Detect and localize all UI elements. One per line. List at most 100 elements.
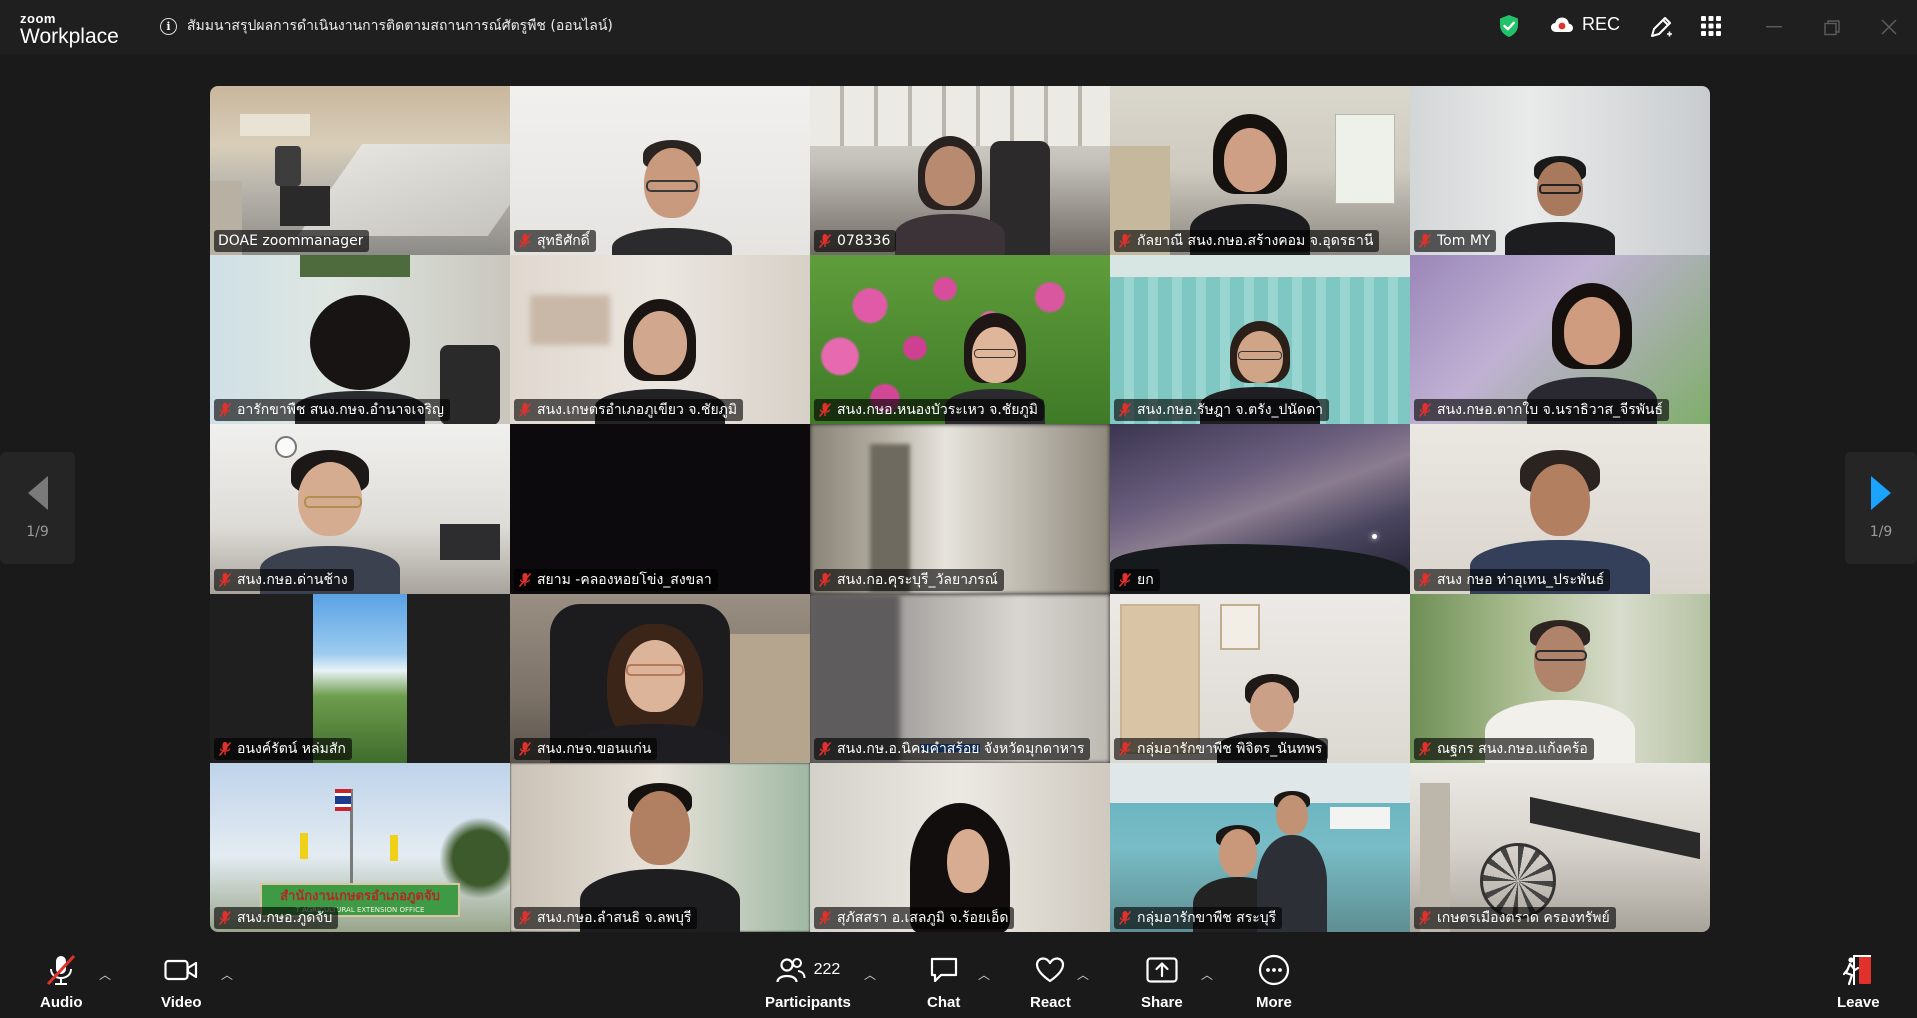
- video-tile[interactable]: สุทธิศักดิ์: [510, 86, 810, 256]
- chat-button[interactable]: Chat: [927, 952, 960, 1011]
- share-screen-icon: [1146, 957, 1178, 983]
- video-tile[interactable]: สนง.กษอ.หนองบัวระเหว จ.ชัยภูมิ: [810, 255, 1110, 425]
- participant-name: DOAE zoommanager: [218, 233, 364, 250]
- video-tile[interactable]: เกษตรเมืองตราด ครองทรัพย์: [1410, 762, 1710, 932]
- previous-page-button[interactable]: 1/9: [0, 452, 75, 564]
- mic-muted-icon: [1118, 403, 1132, 418]
- recording-indicator[interactable]: REC: [1550, 14, 1620, 35]
- participant-name: สนง.กษอ.รัษฎา จ.ตรัง_ปนัดดา: [1137, 402, 1324, 419]
- desk-monitor: [280, 186, 330, 226]
- chat-options-chevron-icon[interactable]: ︿: [978, 966, 990, 983]
- title-bar: zoom Workplace i สัมมนาสรุปผลการดำเนินงา…: [0, 0, 1917, 54]
- next-page-button[interactable]: 1/9: [1845, 452, 1917, 564]
- share-button[interactable]: Share: [1141, 952, 1183, 1011]
- bookshelf: [1120, 603, 1200, 754]
- participant-name: สนง.กษอ.หนองบัวระเหว จ.ชัยภูมิ: [837, 402, 1038, 419]
- computer-monitor: [440, 524, 500, 561]
- zoom-workplace-logo: zoom Workplace: [20, 12, 119, 47]
- video-tile[interactable]: ยก: [1110, 424, 1410, 594]
- participant-name-tag: ยก: [1114, 568, 1160, 591]
- participant-name: กลุ่มอารักขาพืช พิจิตร_นันทพร: [1137, 740, 1323, 757]
- mic-muted-icon: [518, 910, 532, 925]
- video-tile[interactable]: สนง กษอ ท่าอุเทน_ประพันธ์: [1410, 424, 1710, 594]
- meeting-info[interactable]: i สัมมนาสรุปผลการดำเนินงานการติดตามสถานก…: [160, 15, 613, 37]
- info-icon[interactable]: i: [160, 17, 177, 35]
- video-tile[interactable]: สนง.กษจ.ขอนแก่น: [510, 593, 810, 763]
- apps-grid-icon[interactable]: [1701, 16, 1721, 36]
- rec-label: REC: [1582, 14, 1621, 34]
- audio-options-chevron-icon[interactable]: ︿: [99, 966, 111, 983]
- mic-muted-icon: [218, 403, 232, 418]
- share-label: Share: [1141, 994, 1183, 1011]
- picture-frame: [1220, 603, 1260, 650]
- video-tile[interactable]: DOAE zoommanager: [210, 86, 510, 256]
- ceiling: [1110, 255, 1410, 278]
- participant-name: กลุ่มอารักขาพืช สระบุรี: [1137, 909, 1277, 926]
- video-tile[interactable]: สุภัสสรา อ.เสลภูมิ จ.ร้อยเอ็ด: [810, 762, 1110, 932]
- participant-name: สนง.กษอ.ภูดจับ: [237, 909, 333, 926]
- video-tile[interactable]: กัลยาณี สนง.กษอ.สร้างคอม จ.อุดรธานี: [1110, 86, 1410, 256]
- participant-name: สนง.กษจ.ขอนแก่น: [537, 740, 652, 757]
- video-tile[interactable]: 078336: [810, 86, 1110, 256]
- video-options-chevron-icon[interactable]: ︿: [221, 966, 233, 983]
- mic-muted-icon: [218, 741, 232, 756]
- react-button[interactable]: React: [1030, 952, 1071, 1011]
- participants-options-chevron-icon[interactable]: ︿: [864, 966, 876, 983]
- participant-figure: [895, 136, 1005, 256]
- react-options-chevron-icon[interactable]: ︿: [1077, 966, 1089, 983]
- video-tile[interactable]: สยาม -คลองหอยโข่ง_สงขลา: [510, 424, 810, 594]
- participant-figure: [1505, 156, 1615, 256]
- video-tile[interactable]: สนง.เกษตรอำเภอภูเขียว จ.ชัยภูมิ: [510, 255, 810, 425]
- video-tile[interactable]: สำนักงานเกษตรอำเภอภูดจับ T AGRICULTURAL …: [210, 762, 510, 932]
- more-button[interactable]: More: [1256, 952, 1292, 1011]
- page-indicator-right: 1/9: [1869, 524, 1893, 540]
- participants-button[interactable]: 222 Participants: [765, 952, 851, 1011]
- mic-muted-icon: [1118, 741, 1132, 756]
- participant-name-tag: กัลยาณี สนง.กษอ.สร้างคอม จ.อุดรธานี: [1114, 230, 1380, 253]
- participant-name-tag: Tom MY: [1414, 230, 1497, 253]
- video-tile[interactable]: สนง.กษอ.ตากใบ จ.นราธิวาส_จีรพันธ์: [1410, 255, 1710, 425]
- minimize-icon[interactable]: [1766, 26, 1782, 28]
- video-tile[interactable]: สนง.กษอ.รัษฎา จ.ตรัง_ปนัดดา: [1110, 255, 1410, 425]
- leave-button[interactable]: Leave: [1837, 952, 1880, 1011]
- yellow-flag: [300, 832, 308, 859]
- participant-name: 078336: [837, 233, 891, 250]
- participant-name-tag: กลุ่มอารักขาพืช พิจิตร_นันทพร: [1114, 737, 1329, 760]
- participant-figure: [612, 140, 732, 256]
- share-options-chevron-icon[interactable]: ︿: [1201, 966, 1213, 983]
- annotate-pen-icon[interactable]: [1648, 14, 1674, 40]
- video-tile[interactable]: อนงค์รัตน์ หล่มสัก: [210, 593, 510, 763]
- mic-muted-icon: [818, 910, 832, 925]
- mic-muted-icon: [1418, 572, 1432, 587]
- participants-icon: [775, 958, 806, 983]
- video-tile[interactable]: สนง.กษอ.ลำสนธิ จ.ลพบุรี: [510, 762, 810, 932]
- heart-icon: [1036, 957, 1065, 983]
- video-tile[interactable]: ณฐกร สนง.กษอ.แก้งคร้อ: [1410, 593, 1710, 763]
- wall-banner: [300, 255, 410, 278]
- video-tile[interactable]: อารักขาพืช สนง.กษจ.อำนาจเจริญ: [210, 255, 510, 425]
- restore-icon[interactable]: [1824, 20, 1840, 36]
- participant-name-tag: สนง.กษ.อ.นิคมคำสร้อย จังหวัดมุกดาหาร: [814, 737, 1091, 760]
- participant-name-tag: DOAE zoommanager: [214, 230, 370, 253]
- participant-name-tag: 078336: [814, 230, 897, 253]
- video-camera-icon: [164, 959, 198, 981]
- video-button[interactable]: Video: [161, 952, 202, 1011]
- video-tile[interactable]: กลุ่มอารักขาพืช พิจิตร_นันทพร: [1110, 593, 1410, 763]
- mic-muted-icon: [1118, 572, 1132, 587]
- participant-name-tag: สุทธิศักดิ์: [514, 230, 596, 253]
- video-tile[interactable]: กลุ่มอารักขาพืช สระบุรี: [1110, 762, 1410, 932]
- participant-name-tag: สนง.กษอ.รัษฎา จ.ตรัง_ปนัดดา: [1114, 399, 1330, 422]
- video-tile[interactable]: สนง.กษอ.ด่านช้าง: [210, 424, 510, 594]
- participant-name: Tom MY: [1437, 233, 1491, 250]
- shield-check-icon[interactable]: [1498, 14, 1520, 38]
- thai-flag: [335, 788, 351, 811]
- wall-poster: [1335, 114, 1395, 204]
- video-tile[interactable]: สนง.กอ.คุระบุรี_วัลยาภรณ์: [810, 424, 1110, 594]
- audio-button[interactable]: Audio: [40, 952, 83, 1011]
- participant-name: อนงค์รัตน์ หล่มสัก: [237, 740, 346, 757]
- participants-label: Participants: [765, 994, 851, 1011]
- participant-name-tag: อนงค์รัตน์ หล่มสัก: [214, 737, 352, 760]
- video-tile[interactable]: Tom MY: [1410, 86, 1710, 256]
- close-icon[interactable]: [1881, 19, 1897, 35]
- video-tile[interactable]: สนง.กษ.อ.นิคมคำสร้อย จังหวัดมุกดาหาร: [810, 593, 1110, 763]
